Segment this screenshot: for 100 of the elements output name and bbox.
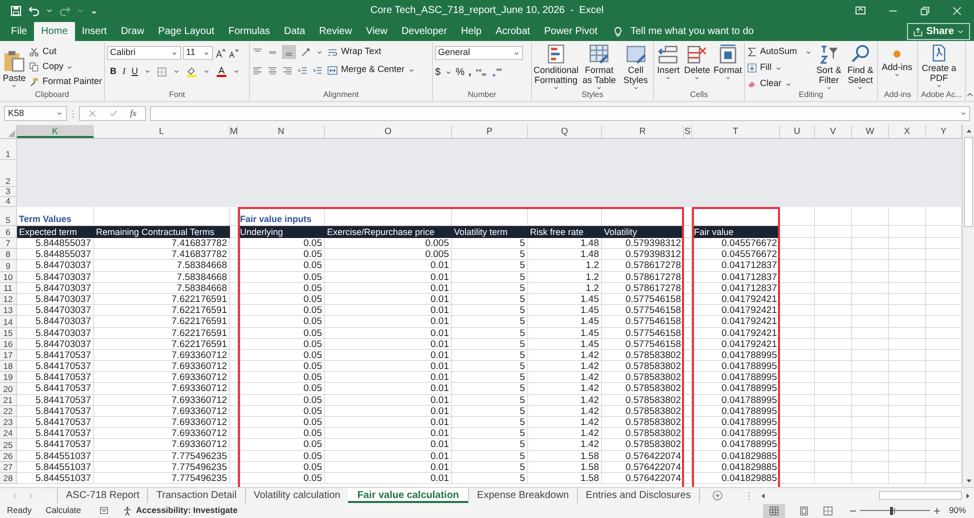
save-icon[interactable] (10, 4, 22, 16)
increase-indent-icon[interactable] (312, 64, 323, 76)
row-header[interactable]: 27 (0, 462, 17, 473)
align-right-icon[interactable] (282, 64, 293, 76)
scroll-down-icon[interactable] (964, 477, 972, 485)
zoom-slider[interactable] (860, 506, 930, 516)
menu-tab[interactable]: Review (312, 22, 359, 41)
row-header[interactable]: 26 (0, 450, 17, 462)
row-header[interactable]: 6 (0, 226, 17, 238)
formula-input[interactable] (150, 106, 970, 121)
column-header[interactable]: Q (528, 125, 602, 138)
scroll-thumb[interactable] (878, 491, 962, 500)
copy-button[interactable]: Copy (29, 60, 102, 74)
row-header[interactable]: 17 (0, 350, 17, 362)
format-painter-button[interactable]: Format Painter (29, 75, 102, 89)
row-header[interactable]: 24 (0, 428, 17, 440)
column-header[interactable]: R (602, 125, 684, 138)
row-header[interactable]: 20 (0, 383, 17, 395)
column-header[interactable]: L (94, 125, 230, 138)
menu-tab[interactable]: Acrobat (488, 22, 538, 41)
row-header[interactable]: 3 (0, 187, 17, 197)
paste-button[interactable]: Paste (2, 44, 26, 89)
zoom-slider-thumb[interactable] (890, 506, 894, 514)
column-header[interactable]: W (852, 125, 889, 138)
bold-button[interactable]: B (110, 65, 116, 78)
align-bottom-icon[interactable] (282, 45, 296, 59)
menu-tab[interactable]: File (4, 22, 34, 41)
decrease-indent-icon[interactable] (297, 64, 308, 76)
orientation-icon[interactable] (300, 46, 312, 58)
number-format-field[interactable]: General (435, 46, 523, 60)
add-sheet-icon[interactable] (712, 490, 723, 501)
add-ins-button[interactable]: Add-ins (880, 44, 914, 78)
row-header[interactable]: 8 (0, 249, 17, 260)
menu-tab[interactable]: Draw (114, 22, 152, 41)
share-button[interactable]: Share (907, 23, 970, 40)
underline-button[interactable]: U (132, 65, 138, 78)
tell-me-field[interactable]: Tell me what you want to do (630, 24, 790, 39)
percent-button[interactable]: % (456, 65, 464, 80)
column-header[interactable]: M (230, 125, 238, 138)
accessibility-button[interactable]: Accessibility: Investigate (123, 504, 238, 517)
menu-tab[interactable]: Power Pivot (537, 22, 604, 41)
sheet-tab[interactable]: Fair value calculation (348, 488, 468, 503)
row-header[interactable]: 10 (0, 272, 17, 283)
restore-icon[interactable] (920, 6, 930, 16)
row-header[interactable]: 1 (0, 139, 17, 160)
row-header[interactable]: 14 (0, 316, 17, 328)
format-as-table-button[interactable]: Format as Table (581, 44, 618, 89)
menu-tab[interactable]: Page Layout (151, 22, 222, 41)
column-header[interactable]: X (889, 125, 926, 138)
fill-button[interactable]: Fill (747, 61, 812, 75)
row-header[interactable]: 22 (0, 406, 17, 417)
scroll-right-icon[interactable] (964, 492, 972, 500)
insert-function-button[interactable]: fx (130, 106, 136, 120)
macro-icon[interactable] (99, 506, 110, 515)
insert-button[interactable]: Insert (656, 44, 681, 81)
column-header[interactable]: N (238, 125, 325, 138)
caret-icon[interactable] (46, 7, 53, 14)
wrap-text-button[interactable]: Wrap Text (327, 45, 382, 59)
menu-tab[interactable]: Home (34, 22, 75, 41)
column-header[interactable]: S (684, 125, 692, 138)
font-color-icon[interactable] (216, 66, 227, 78)
zoom-level[interactable]: 90% (948, 504, 966, 517)
calculate-button[interactable]: Calculate (46, 504, 82, 517)
borders-icon[interactable] (157, 66, 167, 77)
row-header[interactable]: 7 (0, 238, 17, 250)
increase-decimal-icon[interactable] (475, 67, 488, 78)
cell-styles-button[interactable]: Cell Styles (620, 44, 651, 89)
decrease-decimal-icon[interactable] (491, 67, 504, 78)
menu-tab[interactable]: View (358, 22, 394, 41)
zoom-in-icon[interactable] (932, 506, 941, 514)
row-header[interactable]: 25 (0, 439, 17, 451)
column-header[interactable]: U (780, 125, 815, 138)
menu-tab[interactable]: Help (454, 22, 489, 41)
autosum-button[interactable]: AutoSum (747, 45, 798, 59)
menu-tab[interactable]: Formulas (221, 22, 278, 41)
row-header[interactable]: 12 (0, 294, 17, 306)
menu-tab[interactable]: Data (277, 22, 312, 41)
grow-font-icon[interactable] (215, 48, 226, 58)
delete-button[interactable]: Delete (684, 44, 710, 81)
menu-tab[interactable]: Insert (74, 22, 114, 41)
italic-button[interactable]: I (122, 65, 126, 78)
row-header[interactable]: 16 (0, 338, 17, 350)
row-header[interactable]: 19 (0, 372, 17, 384)
vertical-scrollbar[interactable] (962, 125, 974, 487)
font-name-field[interactable]: Calibri (107, 46, 181, 60)
page-break-icon[interactable] (822, 506, 833, 516)
close-icon[interactable] (952, 6, 962, 16)
create-pdf-button[interactable]: Create a PDF (920, 44, 958, 89)
row-header[interactable]: 5 (0, 207, 17, 226)
page-layout-icon[interactable] (798, 506, 809, 516)
column-header[interactable]: P (452, 125, 528, 138)
merge-center-button[interactable]: Merge & Center (327, 63, 415, 77)
row-header[interactable]: 9 (0, 260, 17, 272)
scroll-thumb[interactable] (964, 137, 973, 227)
lightbulb-icon[interactable] (612, 26, 624, 38)
comma-button[interactable]: , (468, 65, 472, 80)
column-header[interactable]: T (692, 125, 780, 138)
menu-tab[interactable]: Developer (394, 22, 454, 41)
row-header[interactable]: 28 (0, 472, 17, 484)
undo-icon[interactable] (28, 4, 40, 16)
